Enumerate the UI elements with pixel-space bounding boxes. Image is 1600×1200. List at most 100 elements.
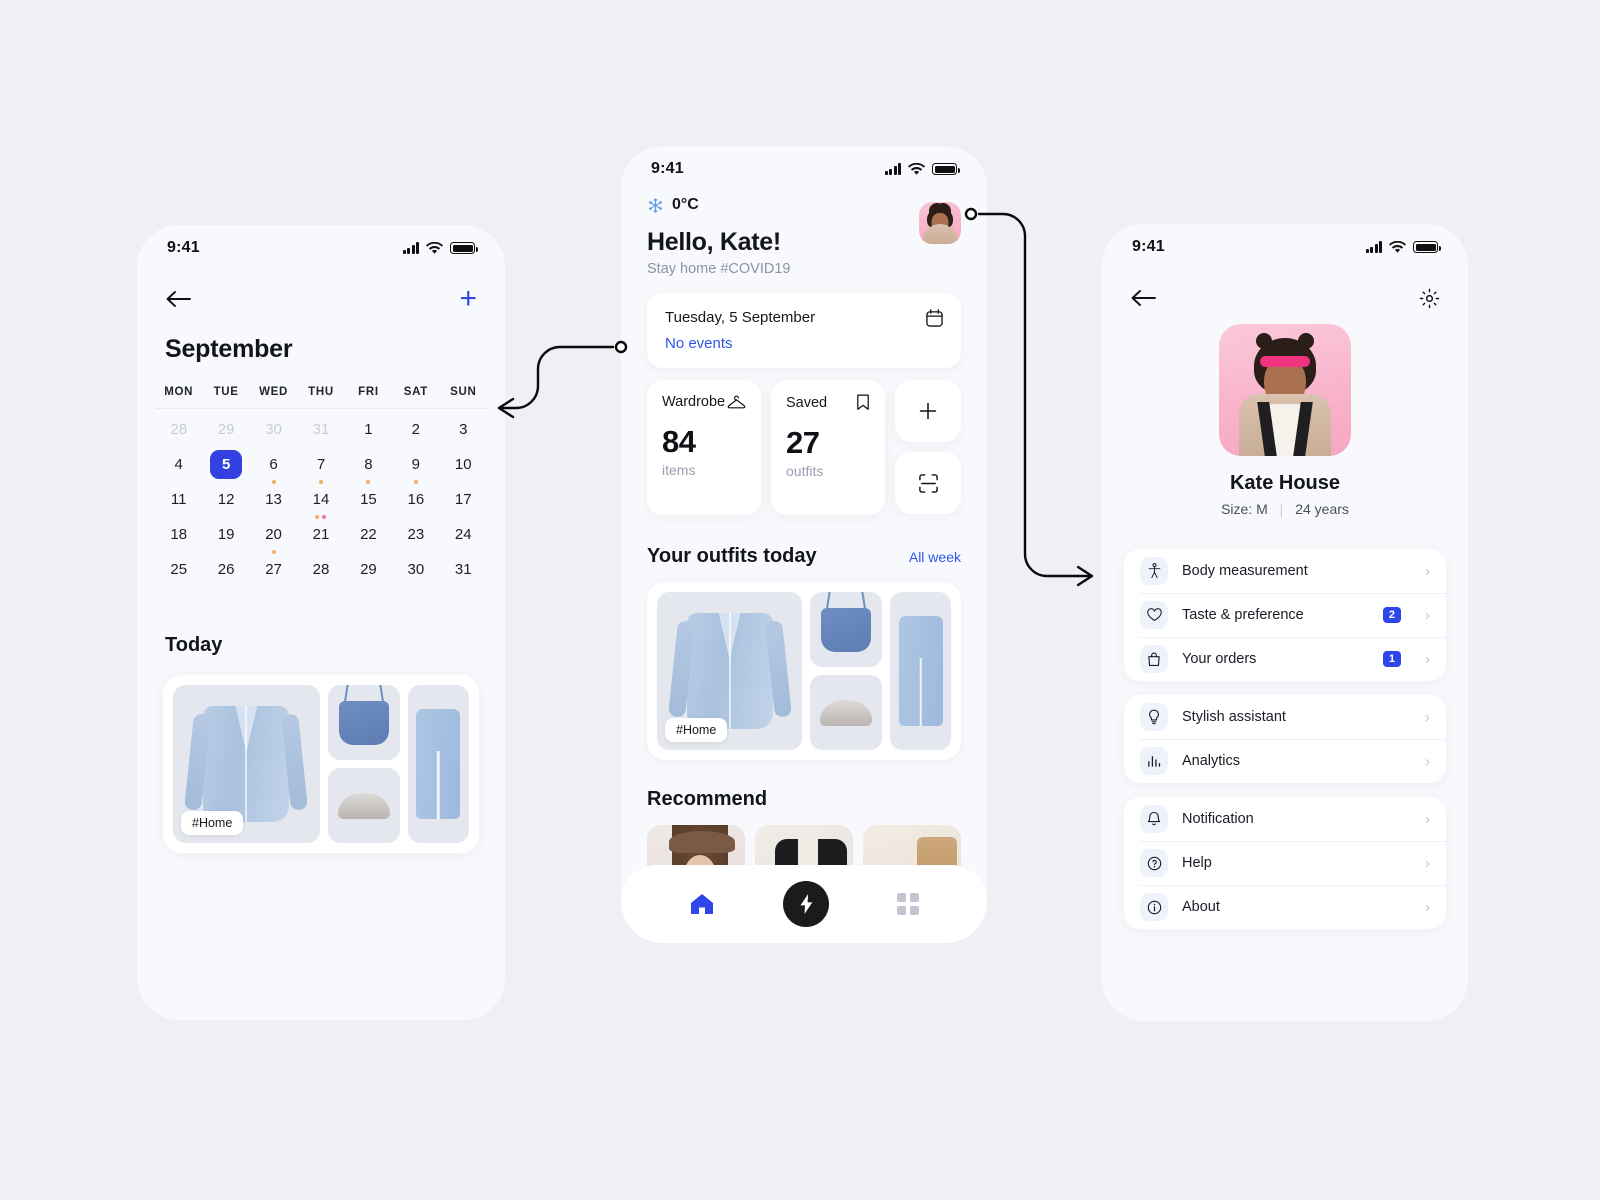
calendar-day[interactable]: 29 [345, 555, 392, 590]
calendar-day[interactable]: 6 [250, 450, 297, 485]
calendar-day[interactable]: 27 [250, 555, 297, 590]
add-event-button[interactable]: + [459, 284, 477, 314]
stat-card-saved[interactable]: Saved 27 outfits [771, 380, 885, 515]
calendar-day[interactable]: 12 [202, 485, 249, 520]
weekday-fri: FRI [358, 386, 379, 398]
pajama-shirt-icon [184, 706, 309, 822]
calendar-day[interactable]: 1 [345, 415, 392, 450]
calendar-day[interactable]: 30 [392, 555, 439, 590]
calendar-day[interactable]: 28 [297, 555, 344, 590]
stat-card-wardrobe[interactable]: Wardrobe 84 items [647, 380, 761, 515]
day-number: 6 [269, 456, 278, 474]
menu-item-badge: 2 [1382, 607, 1401, 623]
camisole-top-icon [338, 700, 389, 745]
chevron-right-icon: › [1425, 898, 1430, 916]
calendar-day[interactable]: 17 [440, 485, 487, 520]
greeting-title: Hello, Kate! [647, 228, 781, 256]
outfit-tile-top[interactable] [327, 685, 400, 760]
calendar-day[interactable]: 3 [440, 415, 487, 450]
outfit-tile-pants[interactable] [890, 592, 951, 750]
outfits-card[interactable]: #Home [647, 582, 961, 760]
all-week-link[interactable]: All week [909, 549, 961, 565]
event-dot-orange [413, 480, 418, 485]
menu-item-notification[interactable]: Notification › [1124, 797, 1446, 841]
question-icon [1140, 849, 1168, 877]
camisole-top-icon [821, 607, 872, 652]
tab-bar [621, 865, 987, 943]
scan-button[interactable] [895, 452, 961, 514]
menu-item-label: Body measurement [1182, 563, 1308, 579]
event-card[interactable]: Tuesday, 5 September No events [647, 293, 961, 368]
gear-icon[interactable] [1419, 288, 1440, 309]
calendar-day[interactable]: 8 [345, 450, 392, 485]
day-number: 11 [170, 491, 187, 509]
day-number: 29 [360, 561, 377, 579]
calendar-day[interactable]: 18 [155, 520, 202, 555]
weekday-sat: SAT [403, 386, 428, 398]
menu-item-body-measurement[interactable]: Body measurement › [1124, 549, 1446, 593]
profile-screen: 9:41 Kate House Size: M | 24 years Body … [1102, 224, 1468, 1021]
outfit-tile-shirt[interactable]: #Home [173, 685, 320, 843]
calendar-day[interactable]: 19 [202, 520, 249, 555]
calendar-day[interactable]: 16 [392, 485, 439, 520]
today-outfit-card[interactable]: #Home [163, 675, 479, 853]
calendar-day[interactable]: 11 [155, 485, 202, 520]
calendar-day[interactable]: 21 [297, 520, 344, 555]
back-arrow-icon[interactable] [1130, 289, 1156, 307]
calendar-day[interactable]: 20 [250, 520, 297, 555]
day-number: 23 [407, 526, 425, 544]
chevron-right-icon: › [1425, 606, 1430, 624]
calendar-day[interactable]: 31 [440, 555, 487, 590]
outfit-tile-shirt[interactable]: #Home [657, 592, 803, 750]
status-time: 9:41 [167, 239, 200, 256]
chart-icon [1140, 747, 1168, 775]
outfit-tile-top[interactable] [810, 592, 883, 667]
stat-header: Wardrobe [662, 394, 746, 410]
wifi-icon [908, 162, 925, 175]
calendar-day[interactable]: 5 [202, 450, 249, 485]
tab-action[interactable] [783, 881, 829, 927]
status-bar: 9:41 [137, 225, 505, 271]
chevron-right-icon: › [1425, 752, 1430, 770]
menu-item-about[interactable]: About › [1124, 885, 1446, 929]
calendar-day[interactable]: 28 [155, 415, 202, 450]
day-number: 7 [316, 456, 326, 474]
add-button[interactable] [895, 380, 961, 442]
calendar-day[interactable]: 7 [297, 450, 344, 485]
day-number: 8 [364, 456, 373, 474]
profile-age: 24 years [1295, 501, 1349, 517]
hanger-icon [727, 395, 746, 408]
avatar[interactable] [919, 202, 961, 244]
calendar-day[interactable]: 15 [345, 485, 392, 520]
profile-size: Size: M [1221, 501, 1268, 517]
tab-home[interactable] [689, 892, 715, 916]
menu-item-taste-preference[interactable]: Taste & preference 2 › [1124, 593, 1446, 637]
calendar-day[interactable]: 22 [345, 520, 392, 555]
back-arrow-icon[interactable] [165, 290, 191, 308]
calendar-day[interactable]: 23 [392, 520, 439, 555]
menu-item-stylish-assistant[interactable]: Stylish assistant › [1124, 695, 1446, 739]
calendar-day[interactable]: 31 [297, 415, 344, 450]
calendar-day[interactable]: 4 [155, 450, 202, 485]
calendar-day[interactable]: 10 [440, 450, 487, 485]
outfit-tile-slipper[interactable] [810, 675, 883, 750]
calendar-day[interactable]: 29 [202, 415, 249, 450]
calendar-icon[interactable] [926, 309, 943, 332]
day-number: 25 [170, 561, 188, 579]
outfit-tile-pants[interactable] [407, 685, 469, 843]
calendar-day[interactable]: 24 [440, 520, 487, 555]
profile-photo[interactable] [1219, 324, 1351, 456]
calendar-day[interactable]: 30 [250, 415, 297, 450]
calendar-day[interactable]: 26 [202, 555, 249, 590]
outfit-tile-slipper[interactable] [327, 768, 400, 843]
calendar-day[interactable]: 25 [155, 555, 202, 590]
menu-item-analytics[interactable]: Analytics › [1124, 739, 1446, 783]
calendar-day[interactable]: 9 [392, 450, 439, 485]
event-dot-orange [318, 480, 323, 485]
calendar-day[interactable]: 2 [392, 415, 439, 450]
calendar-day[interactable]: 13 [250, 485, 297, 520]
tab-grid[interactable] [897, 893, 919, 915]
menu-item-help[interactable]: Help › [1124, 841, 1446, 885]
menu-item-your-orders[interactable]: Your orders 1 › [1124, 637, 1446, 681]
calendar-day[interactable]: 14 [297, 485, 344, 520]
